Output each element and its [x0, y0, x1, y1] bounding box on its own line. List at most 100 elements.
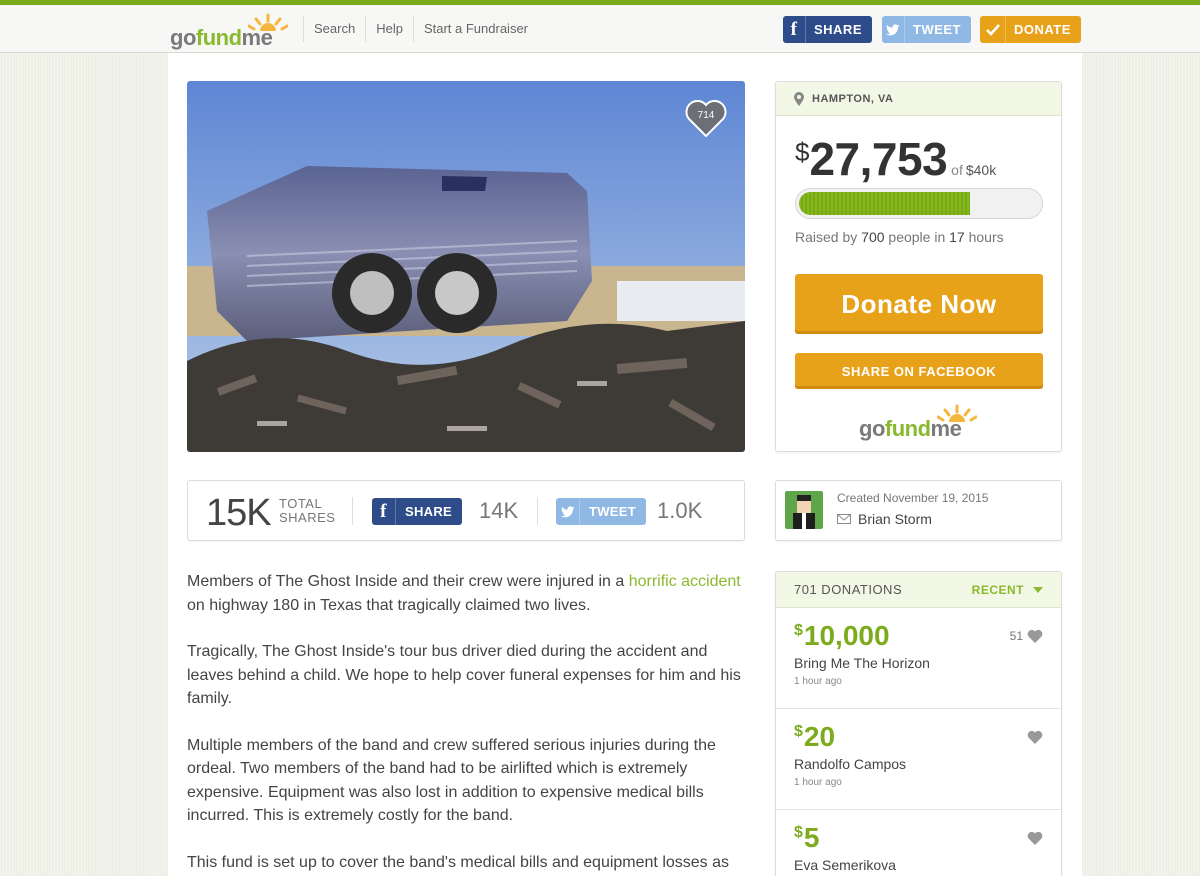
creator-card: Created November 19, 2015 Brian Storm — [775, 480, 1062, 541]
heart-icon — [1027, 730, 1043, 744]
raised-by-prefix: Raised by — [795, 229, 858, 245]
total-shares-count: 15K — [206, 492, 272, 534]
raised-amount: 27,753 — [809, 133, 948, 185]
campaign-story: Members of The Ghost Inside and their cr… — [187, 570, 747, 876]
progress-bar — [795, 188, 1043, 219]
currency-symbol: $ — [794, 622, 803, 639]
facebook-share-label: SHARE — [405, 504, 453, 519]
location-bar: HAMPTON, VA — [776, 82, 1061, 116]
donation-like-button[interactable]: 51 — [1010, 629, 1043, 643]
creator-name: Brian Storm — [858, 511, 932, 527]
goal-amount: $40k — [965, 162, 997, 178]
donor-name: Eva Semerikova — [794, 857, 896, 873]
nav-help[interactable]: Help — [365, 16, 413, 42]
facebook-share-button[interactable]: f SHARE — [372, 498, 462, 525]
donation-like-button[interactable] — [1023, 730, 1043, 744]
donations-header: 701 DONATIONS RECENT — [776, 572, 1061, 608]
donate-now-button[interactable]: Donate Now — [795, 274, 1043, 334]
campaign-hero-image — [187, 81, 745, 452]
creator-contact[interactable]: Brian Storm — [837, 511, 932, 527]
people-count: 700 — [861, 229, 885, 245]
header-tweet-label: TWEET — [913, 22, 961, 37]
tweet-button[interactable]: TWEET — [556, 498, 646, 525]
nav-search[interactable]: Search — [303, 16, 365, 42]
of-label: of — [951, 162, 963, 178]
header-facebook-share-button[interactable]: f SHARE — [783, 16, 872, 43]
donor-name: Randolfo Campos — [794, 756, 907, 772]
currency-symbol: $ — [794, 723, 803, 740]
header-tweet-button[interactable]: TWEET — [882, 16, 971, 43]
heart-icon — [1027, 831, 1043, 845]
currency-symbol: $ — [795, 137, 810, 167]
donations-card: 701 DONATIONS RECENT $10,000 Bring Me Th… — [775, 571, 1062, 876]
envelope-icon — [837, 514, 851, 524]
creator-avatar[interactable] — [785, 491, 823, 529]
story-paragraph: This fund is set up to cover the band's … — [187, 853, 730, 871]
header-donate-button[interactable]: DONATE — [980, 16, 1081, 43]
site-header: gofundme Search Help Start a Fundraiser … — [0, 5, 1200, 53]
total-label-line-1: TOTAL — [279, 496, 323, 511]
donation-time: 1 hour ago — [794, 777, 842, 788]
donations-sort-dropdown[interactable]: RECENT — [972, 583, 1043, 597]
facebook-share-count: 14K — [479, 498, 519, 523]
total-label-line-2: SHARES — [279, 510, 336, 525]
donation-value: 10,000 — [803, 620, 890, 651]
divider — [537, 497, 538, 525]
avatar-image — [785, 491, 823, 529]
logo-text: gofundme — [859, 416, 962, 441]
donation-item: $10,000 Bring Me The Horizon 1 hour ago … — [776, 608, 1061, 709]
checkmark-icon — [980, 16, 1006, 43]
story-paragraph: Members of The Ghost Inside and their cr… — [187, 570, 747, 617]
facebook-icon: f — [372, 498, 396, 525]
header-donate-label: DONATE — [1014, 22, 1071, 37]
like-count: 51 — [1009, 629, 1023, 643]
story-text: Members of The Ghost Inside and their cr… — [187, 573, 629, 590]
card-gofundme-logo: gofundme — [859, 404, 979, 441]
donation-item: $5 Eva Semerikova — [776, 810, 1061, 876]
donation-time: 1 hour ago — [794, 676, 842, 687]
story-paragraph: Multiple members of the band and crew su… — [187, 736, 716, 825]
divider — [352, 497, 353, 525]
chevron-down-icon — [1033, 586, 1043, 593]
donation-item: $20 Randolfo Campos 1 hour ago — [776, 709, 1061, 810]
twitter-bird-icon — [882, 16, 905, 43]
tweet-count: 1.0K — [657, 498, 703, 523]
donation-like-button[interactable] — [1023, 831, 1043, 845]
donor-name: Bring Me The Horizon — [794, 655, 930, 671]
main-nav: Search Help Start a Fundraiser — [303, 5, 538, 53]
story-text: on highway 180 in Texas that tragically … — [187, 596, 591, 614]
total-shares-label: TOTAL SHARES — [279, 497, 335, 525]
donation-amount: $5 — [794, 822, 819, 854]
header-share-label: SHARE — [813, 22, 862, 37]
sort-label: RECENT — [971, 582, 1024, 597]
hero-heart-count: 714 — [697, 110, 715, 121]
hours-label: hours — [968, 229, 1004, 245]
share-stats-bar: 15K TOTAL SHARES f SHARE 14K TWEET 1.0K — [187, 480, 745, 541]
donation-value: 5 — [803, 822, 820, 853]
location-pin-icon — [794, 91, 804, 106]
created-date: Created November 19, 2015 — [837, 491, 989, 505]
location-text: HAMPTON, VA — [812, 92, 894, 105]
hero-heart-badge[interactable]: 714 — [685, 98, 727, 138]
raised-by-text: Raised by 700 people in 17 hours — [795, 229, 1004, 245]
heart-icon — [1027, 629, 1043, 643]
donate-card: HAMPTON, VA $ 27,753 of $40k Raised by 7… — [775, 81, 1062, 452]
donation-amount: $20 — [794, 721, 835, 753]
nav-start-fundraiser[interactable]: Start a Fundraiser — [412, 16, 538, 42]
currency-symbol: $ — [794, 824, 803, 841]
facebook-icon: f — [783, 16, 806, 43]
gofundme-logo[interactable]: gofundme — [170, 13, 290, 50]
share-on-facebook-button[interactable]: SHARE ON FACEBOOK — [795, 353, 1043, 389]
tweet-label: TWEET — [589, 504, 636, 519]
donation-amount: $10,000 — [794, 620, 890, 652]
donation-value: 20 — [803, 721, 836, 752]
amount-raised: $ 27,753 of $40k — [795, 132, 996, 186]
story-paragraph: Tragically, The Ghost Inside's tour bus … — [187, 643, 741, 707]
progress-fill — [799, 192, 970, 215]
people-label: people in — [888, 229, 946, 245]
horrific-accident-link[interactable]: horrific accident — [629, 573, 741, 590]
twitter-bird-icon — [556, 498, 580, 525]
wrecked-bus-photo — [187, 81, 745, 452]
logo-text: gofundme — [170, 25, 273, 50]
hours-count: 17 — [949, 229, 965, 245]
